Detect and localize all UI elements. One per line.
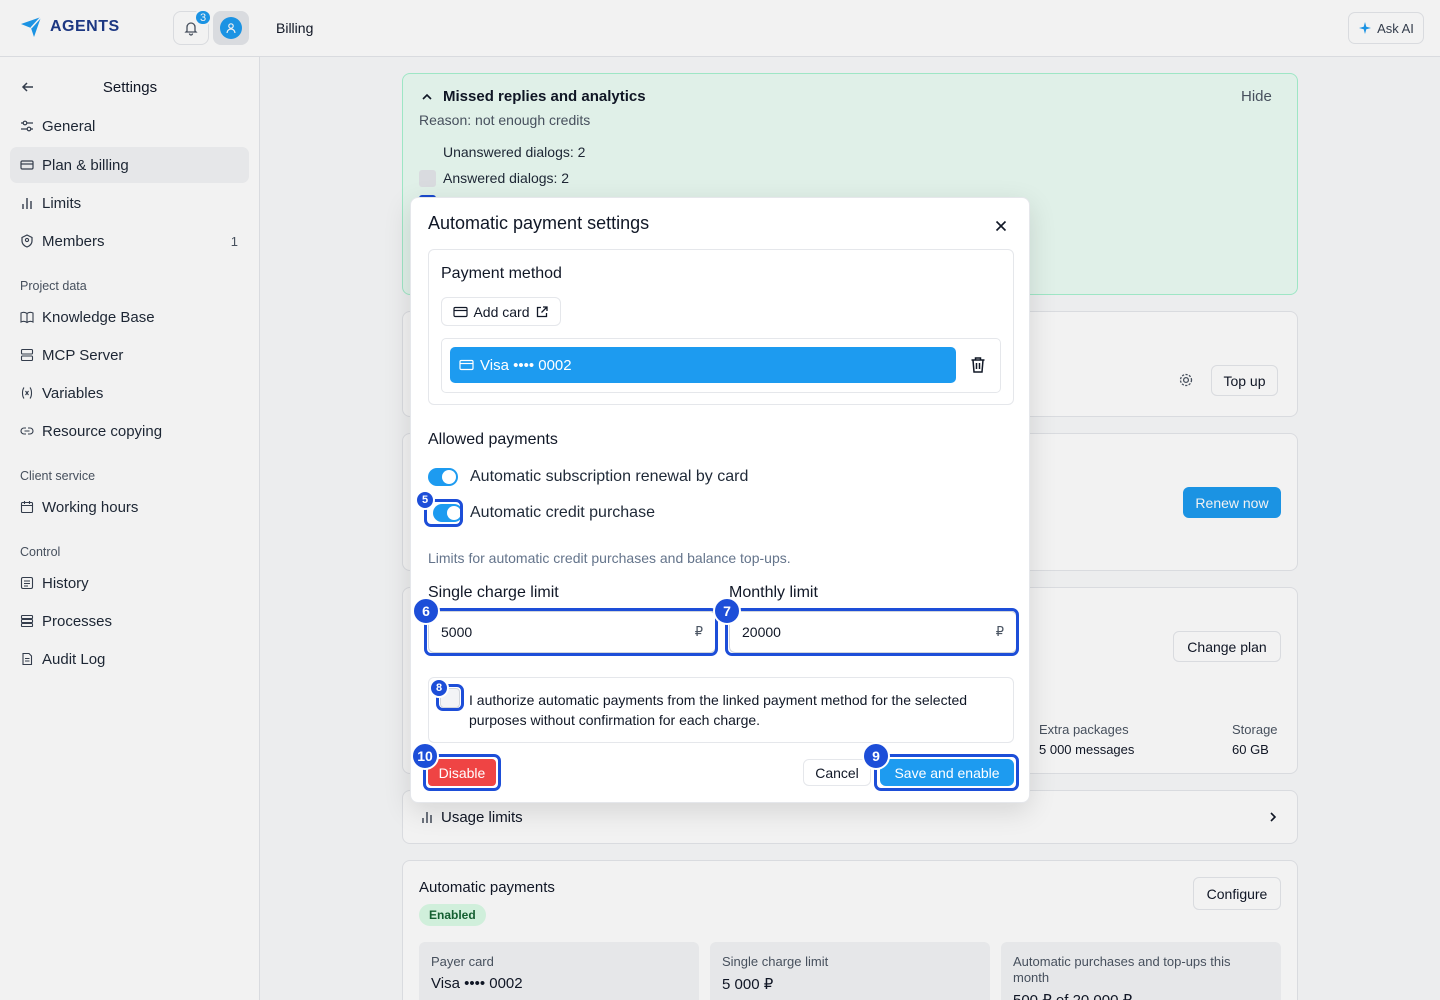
monthly-limit-input[interactable]: [730, 612, 1016, 652]
close-button[interactable]: [991, 216, 1011, 236]
add-card-button[interactable]: Add card: [441, 297, 561, 326]
card-label: Visa •••• 0002: [480, 356, 572, 374]
credit-purchase-label: Automatic credit purchase: [470, 504, 655, 521]
marker-badge: 8: [429, 678, 449, 698]
save-and-enable-button[interactable]: Save and enable: [880, 759, 1014, 786]
marker-badge: 10: [411, 742, 439, 770]
single-limit-field[interactable]: ₽: [428, 611, 716, 653]
subscription-renewal-label: Automatic subscription renewal by card: [470, 468, 749, 485]
single-limit-label: Single charge limit: [428, 584, 559, 601]
card-list: Visa •••• 0002: [441, 338, 1001, 393]
allowed-payments-title: Allowed payments: [428, 431, 558, 448]
single-limit-input[interactable]: [429, 612, 715, 652]
selected-card-option[interactable]: Visa •••• 0002: [450, 347, 956, 383]
payment-method-title: Payment method: [441, 265, 562, 282]
credit-card-icon: [453, 306, 469, 317]
authorize-text: I authorize automatic payments from the …: [469, 692, 968, 728]
monthly-limit-field[interactable]: ₽: [729, 611, 1017, 653]
currency-symbol: ₽: [694, 624, 703, 639]
external-link-icon: [536, 305, 548, 317]
limits-hint: Limits for automatic credit purchases an…: [428, 550, 791, 566]
dialog-title: Automatic payment settings: [428, 213, 650, 233]
close-icon: [995, 220, 1007, 232]
payment-method-section: Payment method Add card Visa •••• 0002: [428, 249, 1014, 405]
marker-badge: 7: [713, 597, 741, 625]
automatic-payment-settings-dialog: Automatic payment settings Payment metho…: [410, 197, 1030, 803]
authorization-box: 8 I authorize automatic payments from th…: [428, 677, 1014, 743]
monthly-limit-label: Monthly limit: [729, 584, 818, 601]
marker-badge: 5: [415, 490, 435, 510]
credit-card-icon: [459, 359, 474, 371]
trash-icon[interactable]: [970, 356, 986, 374]
currency-symbol: ₽: [995, 624, 1004, 639]
subscription-renewal-toggle[interactable]: [428, 468, 458, 486]
disable-button[interactable]: Disable: [428, 759, 496, 786]
credit-purchase-toggle[interactable]: [433, 504, 463, 522]
marker-badge: 6: [412, 597, 440, 625]
marker-badge: 9: [862, 742, 890, 770]
cancel-button[interactable]: Cancel: [803, 759, 871, 786]
add-card-label: Add card: [473, 303, 530, 320]
